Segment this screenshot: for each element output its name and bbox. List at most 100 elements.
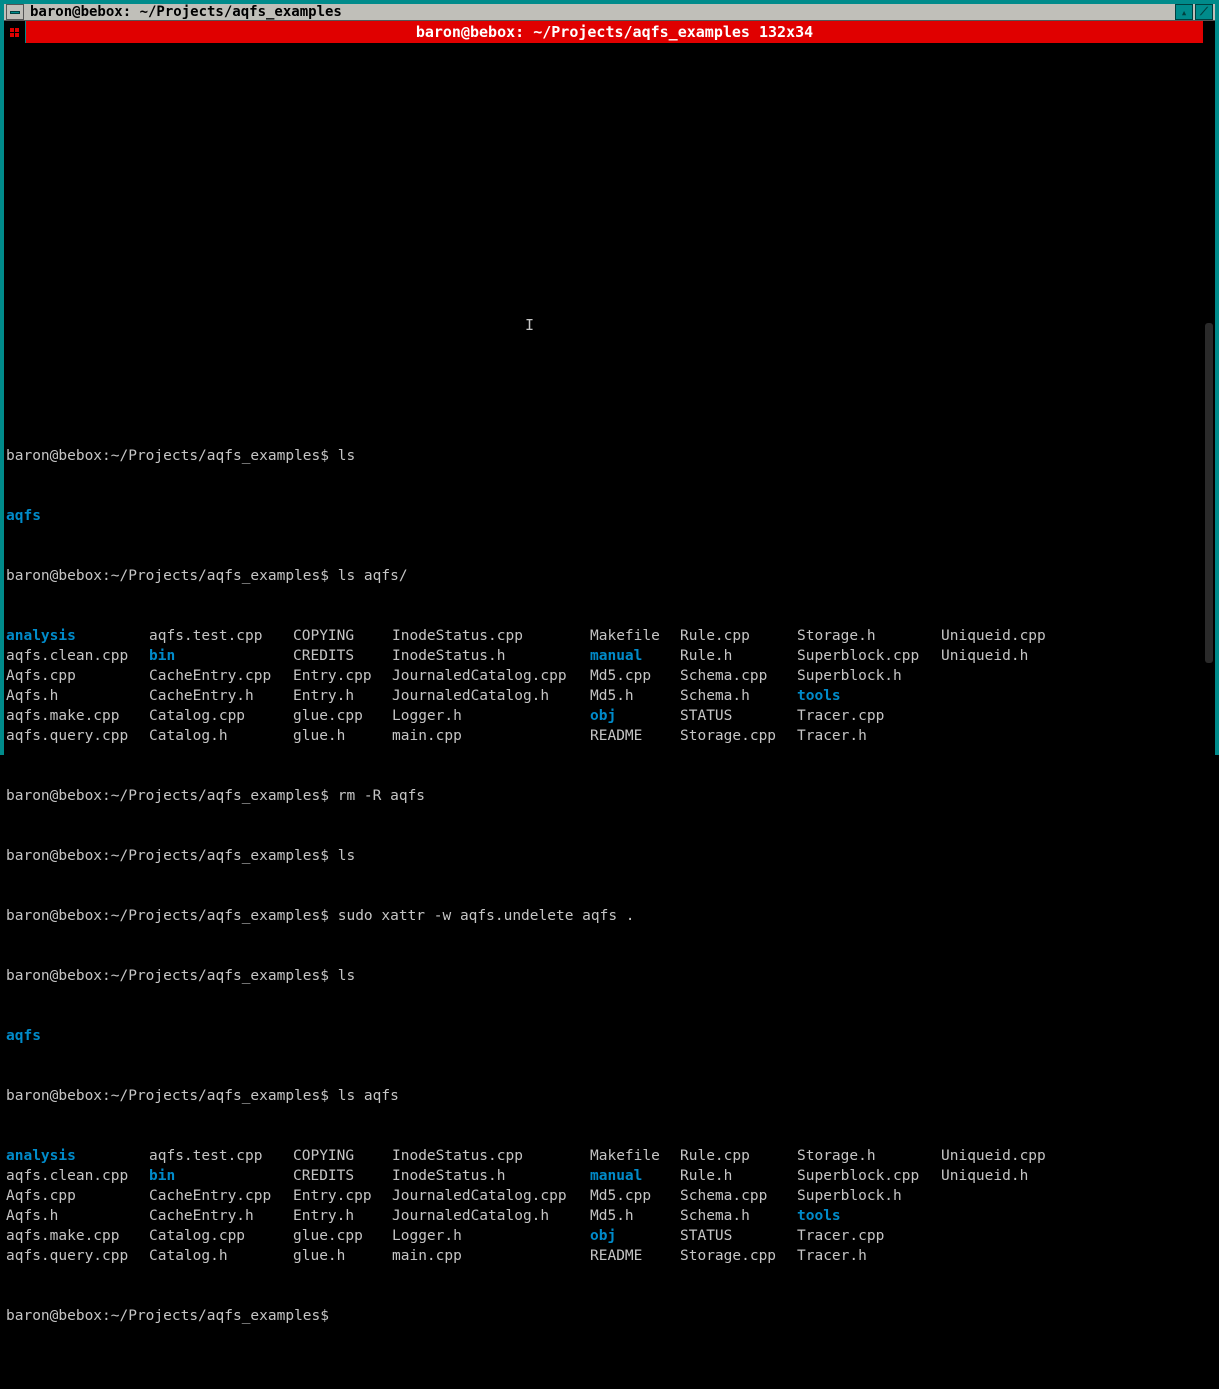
file-entry: Makefile <box>590 1146 680 1166</box>
list-row: analysisaqfs.test.cppCOPYINGInodeStatus.… <box>6 1146 1201 1166</box>
file-entry: Uniqueid.cpp <box>941 626 1091 646</box>
file-entry: aqfs.clean.cpp <box>6 1166 149 1186</box>
dir-entry: tools <box>797 1206 941 1226</box>
file-entry <box>941 1226 1091 1246</box>
file-entry: README <box>590 726 680 746</box>
file-entry: aqfs.make.cpp <box>6 1226 149 1246</box>
file-entry <box>941 1206 1091 1226</box>
file-entry: Uniqueid.h <box>941 646 1091 666</box>
file-entry: Superblock.h <box>797 1186 941 1206</box>
prompt-line: baron@bebox:~/Projects/aqfs_examples$ su… <box>6 906 1201 926</box>
file-entry: CREDITS <box>293 1166 392 1186</box>
file-entry: Md5.h <box>590 686 680 706</box>
file-entry: aqfs.query.cpp <box>6 1246 149 1266</box>
close-button[interactable]: ⟋ <box>1195 4 1213 20</box>
prompt-line: baron@bebox:~/Projects/aqfs_examples$ ls… <box>6 1086 1201 1106</box>
file-entry: Tracer.h <box>797 1246 941 1266</box>
file-entry: Entry.h <box>293 686 392 706</box>
file-entry: Storage.h <box>797 1146 941 1166</box>
file-entry: JournaledCatalog.cpp <box>392 666 590 686</box>
file-entry: CacheEntry.h <box>149 686 293 706</box>
maximize-button[interactable]: ▴ <box>1175 4 1193 20</box>
file-entry <box>941 1186 1091 1206</box>
file-entry: Entry.cpp <box>293 1186 392 1206</box>
file-entry: aqfs.clean.cpp <box>6 646 149 666</box>
scrollbar[interactable] <box>1203 43 1215 1389</box>
terminal-content[interactable]: baron@bebox:~/Projects/aqfs_examples$ ls… <box>4 43 1203 1389</box>
file-entry: CacheEntry.h <box>149 1206 293 1226</box>
window-controls: ▴ ⟋ <box>1175 4 1213 20</box>
file-entry: glue.h <box>293 1246 392 1266</box>
file-entry: Uniqueid.h <box>941 1166 1091 1186</box>
file-entry: Catalog.cpp <box>149 706 293 726</box>
file-entry: Schema.cpp <box>680 666 797 686</box>
titlebar[interactable]: baron@bebox: ~/Projects/aqfs_examples ▴ … <box>4 4 1215 21</box>
file-entry: glue.h <box>293 726 392 746</box>
file-entry: main.cpp <box>392 726 590 746</box>
file-entry: JournaledCatalog.h <box>392 686 590 706</box>
file-entry: aqfs.test.cpp <box>149 1146 293 1166</box>
dir-entry: bin <box>149 1166 293 1186</box>
file-entry: Rule.h <box>680 646 797 666</box>
file-entry: InodeStatus.cpp <box>392 1146 590 1166</box>
file-entry: Catalog.h <box>149 726 293 746</box>
file-entry: STATUS <box>680 706 797 726</box>
file-entry: Entry.h <box>293 1206 392 1226</box>
file-entry: CacheEntry.cpp <box>149 666 293 686</box>
list-row: aqfs.clean.cppbinCREDITSInodeStatus.hman… <box>6 646 1201 666</box>
ls-listing: analysisaqfs.test.cppCOPYINGInodeStatus.… <box>6 626 1201 746</box>
file-entry: Logger.h <box>392 1226 590 1246</box>
list-row: aqfs.make.cppCatalog.cppglue.cppLogger.h… <box>6 1226 1201 1246</box>
file-entry <box>941 706 1091 726</box>
file-entry: Schema.cpp <box>680 1186 797 1206</box>
menubar-title: baron@bebox: ~/Projects/aqfs_examples 13… <box>26 21 1203 43</box>
list-row: aqfs.clean.cppbinCREDITSInodeStatus.hman… <box>6 1166 1201 1186</box>
file-entry: Md5.h <box>590 1206 680 1226</box>
menubar-gutter <box>1203 21 1215 43</box>
file-entry: Rule.cpp <box>680 1146 797 1166</box>
file-entry: Tracer.cpp <box>797 706 941 726</box>
menubar: baron@bebox: ~/Projects/aqfs_examples 13… <box>4 21 1215 43</box>
file-entry: COPYING <box>293 626 392 646</box>
prompt-line: baron@bebox:~/Projects/aqfs_examples$ <box>6 1306 1201 1326</box>
file-entry: glue.cpp <box>293 706 392 726</box>
file-entry: Md5.cpp <box>590 1186 680 1206</box>
system-menu-icon[interactable] <box>6 4 24 20</box>
file-entry: Catalog.cpp <box>149 1226 293 1246</box>
prompt-line: baron@bebox:~/Projects/aqfs_examples$ ls <box>6 446 1201 466</box>
file-entry <box>941 686 1091 706</box>
file-entry: Schema.h <box>680 1206 797 1226</box>
file-entry <box>941 1246 1091 1266</box>
file-entry: InodeStatus.h <box>392 1166 590 1186</box>
ls-listing: analysisaqfs.test.cppCOPYINGInodeStatus.… <box>6 1146 1201 1266</box>
file-entry: Aqfs.h <box>6 1206 149 1226</box>
file-entry: aqfs.make.cpp <box>6 706 149 726</box>
file-entry: CacheEntry.cpp <box>149 1186 293 1206</box>
file-entry: Aqfs.h <box>6 686 149 706</box>
list-row: aqfs.query.cppCatalog.hglue.hmain.cppREA… <box>6 1246 1201 1266</box>
file-entry: Storage.cpp <box>680 1246 797 1266</box>
file-entry: aqfs.test.cpp <box>149 626 293 646</box>
file-entry: aqfs.query.cpp <box>6 726 149 746</box>
file-entry: STATUS <box>680 1226 797 1246</box>
list-row: Aqfs.hCacheEntry.hEntry.hJournaledCatalo… <box>6 1206 1201 1226</box>
file-entry: Storage.cpp <box>680 726 797 746</box>
list-row: aqfs.query.cppCatalog.hglue.hmain.cppREA… <box>6 726 1201 746</box>
prompt-line: baron@bebox:~/Projects/aqfs_examples$ rm… <box>6 786 1201 806</box>
dir-entry: obj <box>590 1226 680 1246</box>
file-entry: JournaledCatalog.h <box>392 1206 590 1226</box>
terminal-window: baron@bebox: ~/Projects/aqfs_examples ▴ … <box>0 0 1219 755</box>
app-menu-icon[interactable] <box>4 21 26 43</box>
file-entry: Rule.h <box>680 1166 797 1186</box>
dir-entry: manual <box>590 1166 680 1186</box>
file-entry: Tracer.cpp <box>797 1226 941 1246</box>
scrollbar-thumb[interactable] <box>1205 323 1213 663</box>
file-entry: Aqfs.cpp <box>6 1186 149 1206</box>
file-entry: Logger.h <box>392 706 590 726</box>
file-entry: Rule.cpp <box>680 626 797 646</box>
file-entry: Aqfs.cpp <box>6 666 149 686</box>
dir-entry: bin <box>149 646 293 666</box>
file-entry: Superblock.h <box>797 666 941 686</box>
dir-entry: analysis <box>6 626 149 646</box>
dir-entry: tools <box>797 686 941 706</box>
